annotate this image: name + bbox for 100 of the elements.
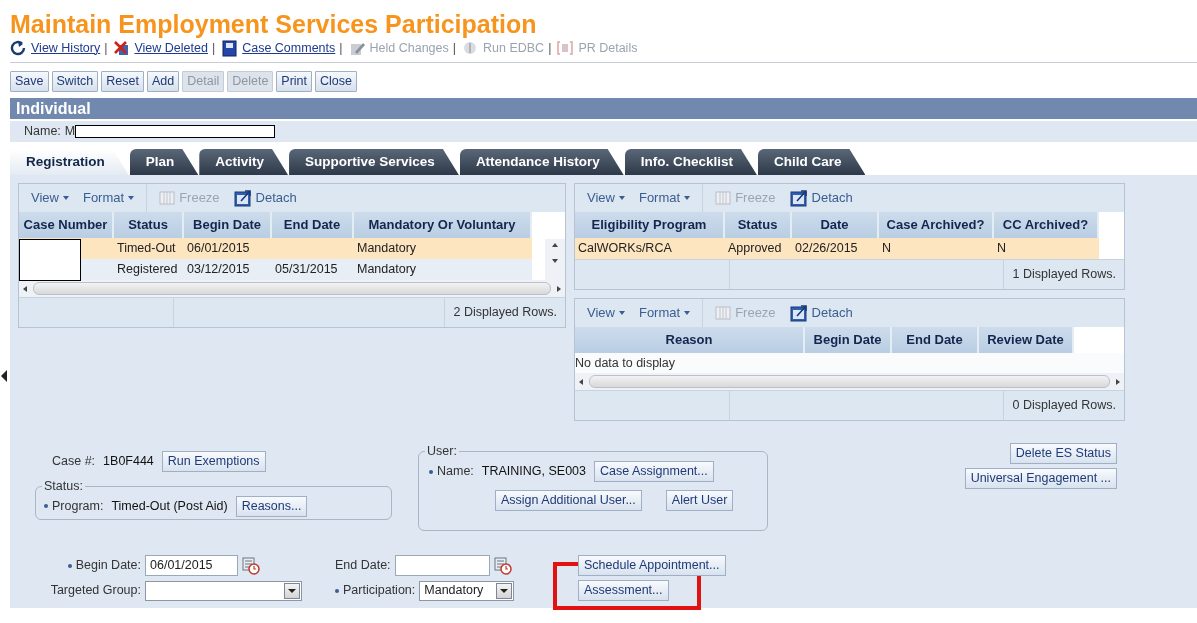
table-cell: 05/31/2015 <box>272 259 354 280</box>
table-cell: Timed-Out <box>114 238 184 259</box>
collapse-handle[interactable] <box>1 370 7 382</box>
table-cell: CalWORKs/RCA <box>575 238 725 259</box>
page-link[interactable]: View History <box>31 38 101 58</box>
column-header[interactable]: Status <box>114 212 184 238</box>
field-label: Name: <box>24 123 61 141</box>
field-label: Begin Date: <box>75 557 141 575</box>
tab[interactable]: Info. Checklist <box>624 149 757 175</box>
calendar-clock-icon <box>242 556 260 575</box>
field-label: Targeted Group: <box>50 582 141 600</box>
toolbar-button[interactable]: Reset <box>101 71 144 92</box>
horizontal-scrollbar[interactable] <box>575 373 1124 390</box>
field-label: Participation: <box>343 582 416 600</box>
tab[interactable]: Attendance History <box>459 149 624 175</box>
table-cell: Approved <box>725 238 792 259</box>
field-label: Case #: <box>52 452 96 470</box>
toolbar-button[interactable]: Save <box>10 71 49 92</box>
empty-message: No data to display <box>575 356 676 370</box>
format-menu[interactable]: Format <box>82 188 135 208</box>
detach-button[interactable]: Detach <box>811 303 853 323</box>
tab[interactable]: Activity <box>199 149 289 175</box>
form-button[interactable]: Alert User <box>665 490 734 511</box>
columns-icon <box>715 190 732 206</box>
dropdown-field[interactable] <box>145 580 302 601</box>
column-header[interactable]: End Date <box>272 212 354 238</box>
separator-text: | <box>452 39 456 57</box>
separator-text: | <box>211 39 216 57</box>
form-button[interactable]: Case Assignment... <box>594 461 714 482</box>
toolbar-button[interactable]: Add <box>147 71 180 92</box>
form-button[interactable]: Universal Engagement ... <box>964 468 1117 489</box>
circular-arrow-icon <box>10 39 27 57</box>
form-button[interactable]: Delete ES Status <box>1009 443 1117 464</box>
form-button[interactable]: Assign Additional User... <box>495 490 642 511</box>
field-value: 1B0F444 <box>103 452 154 470</box>
format-menu[interactable]: Format <box>638 303 691 323</box>
detach-window-icon <box>789 304 808 322</box>
calendar-clock-icon <box>493 556 512 575</box>
crossed-document-icon <box>113 39 131 57</box>
field-label: Program: <box>52 497 104 515</box>
table-cell: Mandatory <box>354 259 532 280</box>
table-row[interactable]: CalWORKs/RCA Approved 02/26/2015 N N <box>575 238 1124 259</box>
column-header[interactable]: Case Number <box>19 212 114 238</box>
column-header[interactable]: Mandatory Or Voluntary <box>354 212 532 238</box>
page-title: Maintain Employment Services Participation <box>10 10 538 38</box>
date-field[interactable] <box>394 555 490 576</box>
table-cell: N <box>994 238 1099 259</box>
separator-text: | <box>339 39 343 57</box>
form-button[interactable]: Schedule Appointment... <box>578 555 726 576</box>
tab[interactable]: Supportive Services <box>289 149 459 175</box>
page-link[interactable]: View Deleted <box>134 38 208 58</box>
row-count: 1 Displayed Rows. <box>1012 266 1116 284</box>
date-field[interactable]: 06/01/2015 <box>145 555 238 576</box>
column-header[interactable]: Date <box>792 212 879 238</box>
column-header[interactable]: CC Archived? <box>994 212 1099 238</box>
form-button[interactable]: Run Exemptions <box>161 450 266 472</box>
table-cell: 02/26/2015 <box>792 238 879 259</box>
dropdown-field[interactable]: Mandatory <box>419 580 515 601</box>
notebook-icon <box>221 39 239 57</box>
page-link[interactable]: Case Comments <box>242 38 336 58</box>
tab[interactable]: Registration <box>10 149 129 175</box>
table-cell: Registered <box>114 259 184 280</box>
toolbar-button[interactable]: Close <box>315 71 357 92</box>
toolbar-button[interactable]: Print <box>276 71 313 92</box>
group-legend: Status: <box>42 479 85 493</box>
horizontal-scrollbar[interactable] <box>19 280 565 297</box>
view-menu[interactable]: View <box>587 188 625 208</box>
detach-window-icon <box>789 189 808 207</box>
tab[interactable]: Child Care <box>757 149 866 175</box>
table-row[interactable]: Timed-Out 06/01/2015 Mandatory <box>19 238 565 259</box>
form-button[interactable]: Reasons... <box>235 495 308 517</box>
table-cell: Mandatory <box>354 238 532 259</box>
detach-button[interactable]: Detach <box>811 188 853 208</box>
row-count: 0 Displayed Rows. <box>1012 397 1116 415</box>
table-cell: 06/01/2015 <box>184 238 272 259</box>
table-cell: N <box>879 238 994 259</box>
columns-icon <box>715 305 732 321</box>
view-menu[interactable]: View <box>587 303 625 323</box>
column-header[interactable]: End Date <box>892 327 979 353</box>
separator-text: | <box>104 39 108 57</box>
coin-icon <box>462 39 479 57</box>
separator-text: | <box>548 39 552 57</box>
toolbar-button[interactable]: Switch <box>51 71 99 92</box>
field-value: M <box>64 123 76 141</box>
field-label: End Date: <box>335 557 391 575</box>
column-header[interactable]: Case Archived? <box>879 212 994 238</box>
field-label: Name: <box>437 463 474 481</box>
table-row[interactable]: Registered 03/12/2015 05/31/2015 Mandatory <box>19 259 565 280</box>
view-menu[interactable]: View <box>31 188 69 208</box>
form-button[interactable]: Assessment... <box>578 580 669 601</box>
column-header[interactable]: Reason <box>575 327 805 353</box>
column-header[interactable]: Begin Date <box>805 327 892 353</box>
column-header[interactable]: Eligibility Program <box>575 212 725 238</box>
tab[interactable]: Plan <box>129 149 199 175</box>
column-header[interactable]: Status <box>725 212 792 238</box>
format-menu[interactable]: Format <box>638 188 691 208</box>
column-header[interactable]: Review Date <box>979 327 1074 353</box>
detach-button[interactable]: Detach <box>255 188 297 208</box>
vertical-scrollbar[interactable] <box>545 239 565 281</box>
column-header[interactable]: Begin Date <box>184 212 272 238</box>
